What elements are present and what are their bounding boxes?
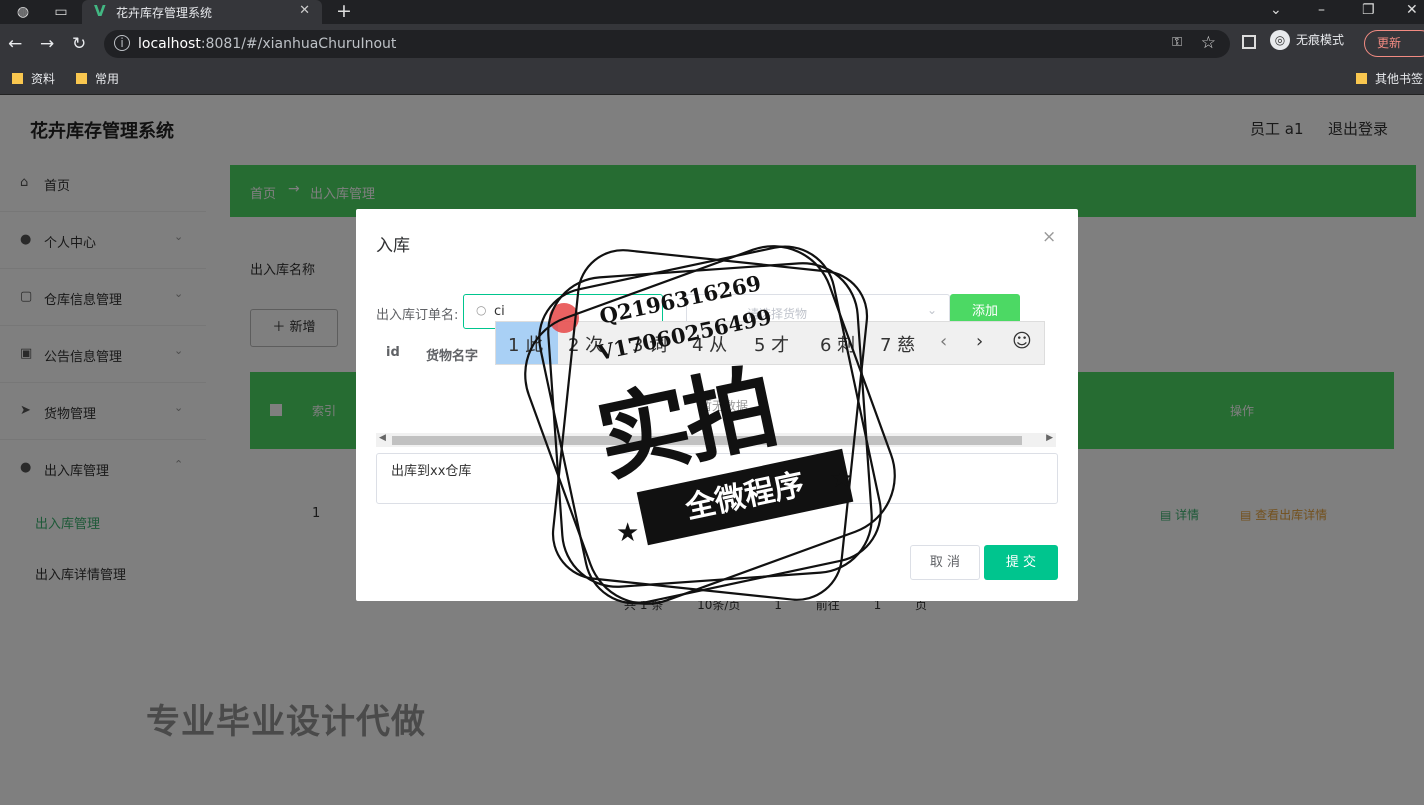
close-window-icon[interactable]: ✕: [1406, 2, 1418, 18]
address-bar-row: ← → ↻ i localhost:8081/#/xianhuaChuruIno…: [0, 24, 1424, 64]
chevron-down-icon: ⌄: [927, 303, 938, 317]
tab-title: 花卉库存管理系统: [116, 6, 213, 20]
incognito-indicator[interactable]: ◎ 无痕模式: [1270, 30, 1344, 50]
bookmark-folder[interactable]: 常用: [76, 70, 119, 87]
star-icon[interactable]: ☆: [1201, 33, 1216, 53]
bookmark-label: 资料: [31, 72, 56, 86]
search-icon: ○: [476, 303, 487, 317]
remark-value: 出库到xx仓库: [391, 464, 472, 479]
emoji-icon[interactable]: ☺: [1012, 330, 1032, 352]
browser-tab-active[interactable]: V 花卉库存管理系统 ✕: [82, 0, 322, 24]
star-icon: ★: [830, 464, 854, 494]
restore-icon[interactable]: ❐: [1362, 2, 1375, 18]
side-panel-icon[interactable]: [1242, 35, 1256, 49]
browser-tab-strip: ◍ ▭ V 花卉库存管理系统 ✕ + ⌄ – ❐ ✕: [0, 0, 1424, 24]
new-tab-button[interactable]: +: [336, 0, 352, 22]
order-name-value: ci: [494, 304, 505, 319]
bookmark-label: 常用: [95, 72, 120, 86]
column-header-goods-name: 货物名字: [426, 349, 479, 364]
column-header-id: id: [386, 345, 400, 360]
url-field[interactable]: i localhost:8081/#/xianhuaChuruInout ⚿ ☆: [104, 30, 1230, 58]
bookmark-folder[interactable]: 资料: [12, 70, 55, 87]
bookmarks-bar: 资料 常用 其他书签: [0, 64, 1424, 95]
tab-search-icon[interactable]: ⌄: [1270, 2, 1282, 18]
folder-icon: [76, 73, 87, 84]
reload-icon[interactable]: ↻: [72, 34, 86, 54]
scroll-left-icon[interactable]: ◀: [379, 433, 386, 443]
incognito-icon: ◎: [1270, 30, 1290, 50]
cancel-button[interactable]: 取 消: [910, 545, 980, 580]
bookmark-label: 其他书签: [1375, 72, 1424, 86]
ime-next-icon[interactable]: ›: [976, 331, 983, 352]
folder-icon: [12, 73, 23, 84]
close-icon[interactable]: ×: [1042, 227, 1056, 247]
url-text: localhost:8081/#/xianhuaChuruInout: [138, 36, 397, 52]
dialog-title: 入库: [376, 236, 410, 256]
bottom-watermark: 专业毕业设计代做: [146, 702, 426, 742]
vue-logo-icon: V: [94, 2, 106, 20]
scroll-right-icon[interactable]: ▶: [1046, 433, 1053, 443]
back-icon[interactable]: ←: [8, 34, 22, 54]
star-icon: ★: [616, 518, 640, 548]
globe-icon[interactable]: ◍: [14, 3, 32, 21]
minimize-icon[interactable]: –: [1318, 2, 1325, 18]
tab-close-icon[interactable]: ✕: [299, 3, 310, 18]
order-name-label: 出入库订单名:: [376, 308, 459, 323]
info-icon[interactable]: i: [114, 35, 130, 51]
incognito-label: 无痕模式: [1296, 33, 1345, 47]
update-button[interactable]: 更新: [1364, 30, 1424, 57]
submit-button[interactable]: 提 交: [984, 545, 1058, 580]
key-icon[interactable]: ⚿: [1172, 35, 1182, 50]
tab-icon[interactable]: ▭: [52, 3, 70, 21]
other-bookmarks[interactable]: 其他书签: [1356, 70, 1423, 87]
forward-icon[interactable]: →: [40, 34, 54, 54]
folder-icon: [1356, 73, 1367, 84]
ime-prev-icon[interactable]: ‹: [940, 331, 947, 352]
